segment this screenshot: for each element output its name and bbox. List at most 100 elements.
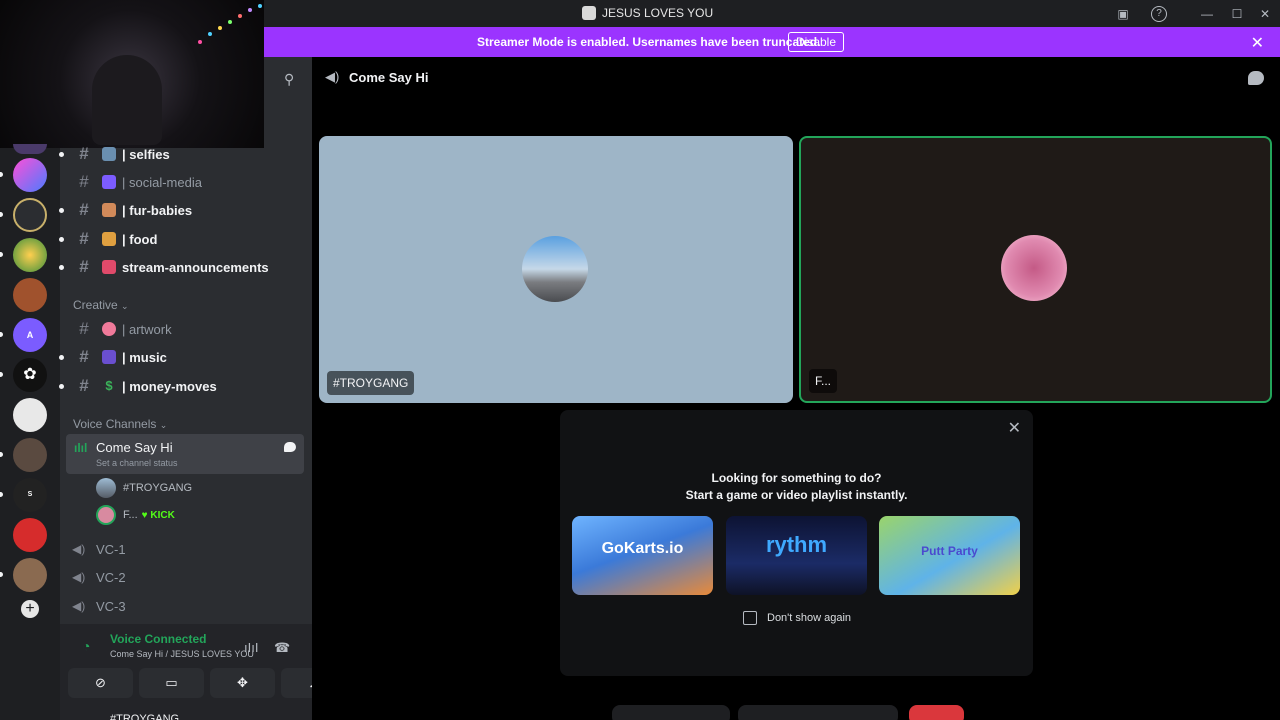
camera-off-button[interactable]: ⊘: [68, 668, 133, 698]
hash-icon: #: [79, 347, 89, 366]
voice-channel-name: VC-2: [96, 569, 126, 585]
channel-name: | social-media: [122, 174, 202, 190]
server-icon[interactable]: [13, 558, 47, 592]
dollar-icon: $: [105, 378, 113, 393]
music-note-icon: [102, 350, 116, 364]
call-channel-title: Come Say Hi: [349, 70, 429, 85]
hash-icon: #: [79, 319, 89, 338]
server-icon[interactable]: [13, 158, 47, 192]
member-name: F...: [123, 509, 138, 521]
activity-card-title: rythm: [765, 532, 828, 557]
category-label: Creative: [73, 298, 118, 312]
signal-icon[interactable]: ◔: [82, 638, 90, 654]
voice-channel-name: VC-1: [96, 541, 126, 557]
server-icon[interactable]: [13, 144, 47, 154]
minimize-icon[interactable]: —: [1199, 6, 1215, 22]
avatar: [96, 505, 116, 525]
window-title: JESUS LOVES YOU: [582, 6, 713, 20]
participant-tile[interactable]: #TROYGANG: [319, 136, 793, 403]
channel-social-media[interactable]: # | social-media: [72, 170, 202, 194]
server-icon[interactable]: [13, 438, 47, 472]
voice-channel-vc-3[interactable]: ◀) VC-3: [72, 594, 126, 618]
maximize-icon[interactable]: ☐: [1229, 6, 1245, 22]
chevron-down-icon: ⌄: [159, 420, 168, 430]
channel-food[interactable]: # | food: [59, 227, 157, 251]
leave-call-button[interactable]: [909, 705, 964, 720]
server-icon[interactable]: S: [13, 478, 47, 512]
category-voice-channels[interactable]: Voice Channels ⌄: [73, 417, 167, 431]
close-icon[interactable]: ✕: [1008, 418, 1021, 438]
checkbox-box[interactable]: [743, 611, 757, 625]
noise-suppression-icon[interactable]: ıIıI: [244, 640, 258, 655]
unread-dot: [59, 265, 64, 270]
add-server-icon[interactable]: +: [21, 600, 39, 618]
activity-card-putt-party[interactable]: Putt Party: [879, 516, 1020, 595]
call-control[interactable]: [612, 705, 730, 720]
server-icon[interactable]: [13, 398, 47, 432]
streamer-mode-banner: Streamer Mode is enabled. Usernames have…: [264, 27, 1280, 57]
server-icon[interactable]: ✿: [13, 358, 47, 392]
hash-icon: #: [79, 144, 89, 163]
category-creative[interactable]: Creative ⌄: [73, 298, 129, 312]
activity-card-gokarts[interactable]: GoKarts.io: [572, 516, 713, 595]
unread-pip: [0, 372, 3, 377]
channel-music[interactable]: # | music: [59, 345, 167, 369]
call-header: ◀) Come Say Hi: [312, 57, 1280, 99]
camera-icon: [102, 147, 116, 161]
voice-channel-vc-1[interactable]: ◀) VC-1: [72, 537, 126, 561]
unread-pip: [0, 212, 3, 217]
channel-status-prompt[interactable]: Set a channel status: [96, 458, 178, 468]
call-control[interactable]: [738, 705, 898, 720]
activity-card-rythm[interactable]: rythm: [726, 516, 867, 595]
activity-card-title: GoKarts.io: [601, 540, 684, 557]
unread-pip: [0, 172, 3, 177]
help-icon[interactable]: ?: [1151, 6, 1167, 22]
server-icon[interactable]: [13, 238, 47, 272]
channel-name: | music: [122, 349, 167, 365]
speaker-icon: ◀): [72, 570, 86, 584]
channel-artwork[interactable]: # | artwork: [72, 317, 171, 341]
inbox-icon[interactable]: ▣: [1115, 6, 1131, 22]
sidebar-header: ⚲: [264, 57, 312, 148]
disconnect-icon[interactable]: ☎: [274, 640, 290, 656]
speaker-icon: ◀): [72, 599, 86, 613]
voice-channel-name: Come Say Hi: [96, 440, 173, 455]
webcam-person: [92, 55, 162, 145]
channel-stream-announcements[interactable]: # stream-announcements: [59, 255, 269, 279]
channel-selfies[interactable]: # | selfies: [59, 142, 170, 166]
voice-location[interactable]: Come Say Hi / JESUS LOVES YOU: [110, 649, 254, 659]
kick-badge: ♥ KICK: [142, 510, 175, 521]
voice-activity-icon: ılıl: [74, 441, 88, 455]
channel-fur-babies[interactable]: # | fur-babies: [59, 198, 192, 222]
member-name: #TROYGANG: [123, 482, 193, 494]
participant-tile-speaking[interactable]: F...: [799, 136, 1272, 403]
channel-money-moves[interactable]: # $ | money-moves: [59, 374, 217, 398]
server-icon[interactable]: [13, 278, 47, 312]
window-title-text: JESUS LOVES YOU: [602, 6, 714, 20]
server-icon[interactable]: [13, 198, 47, 232]
close-window-icon[interactable]: ✕: [1257, 6, 1273, 22]
checkbox-label: Don't show again: [767, 612, 852, 624]
screen-share-button[interactable]: ▭: [139, 668, 204, 698]
unread-dot: [59, 237, 64, 242]
voice-member[interactable]: #TROYGANG: [96, 477, 192, 499]
activities-button[interactable]: ✥: [210, 668, 275, 698]
close-banner-icon[interactable]: ✕: [1251, 33, 1264, 53]
burger-icon: [102, 232, 116, 246]
voice-channel-vc-2[interactable]: ◀) VC-2: [72, 565, 126, 589]
participant-name-tag: F...: [809, 369, 838, 393]
dont-show-again-checkbox[interactable]: Don't show again: [743, 611, 851, 625]
chat-bubble-icon[interactable]: [1248, 71, 1264, 85]
chevron-down-icon: ⌄: [121, 301, 129, 311]
channel-name: | selfies: [122, 146, 170, 162]
disable-streamer-mode-button[interactable]: Disable: [788, 32, 845, 52]
pet-icon: [102, 203, 116, 217]
voice-member[interactable]: F... ♥ KICK: [96, 504, 175, 526]
server-icon[interactable]: [13, 518, 47, 552]
participant-avatar: [1001, 235, 1067, 301]
voice-channel-come-say-hi[interactable]: ılıl Come Say Hi Set a channel status: [66, 434, 304, 474]
server-icon[interactable]: A: [13, 318, 47, 352]
chat-bubble-icon[interactable]: [284, 442, 296, 452]
unread-pip: [0, 452, 3, 457]
add-member-icon[interactable]: ⚲: [284, 71, 294, 88]
